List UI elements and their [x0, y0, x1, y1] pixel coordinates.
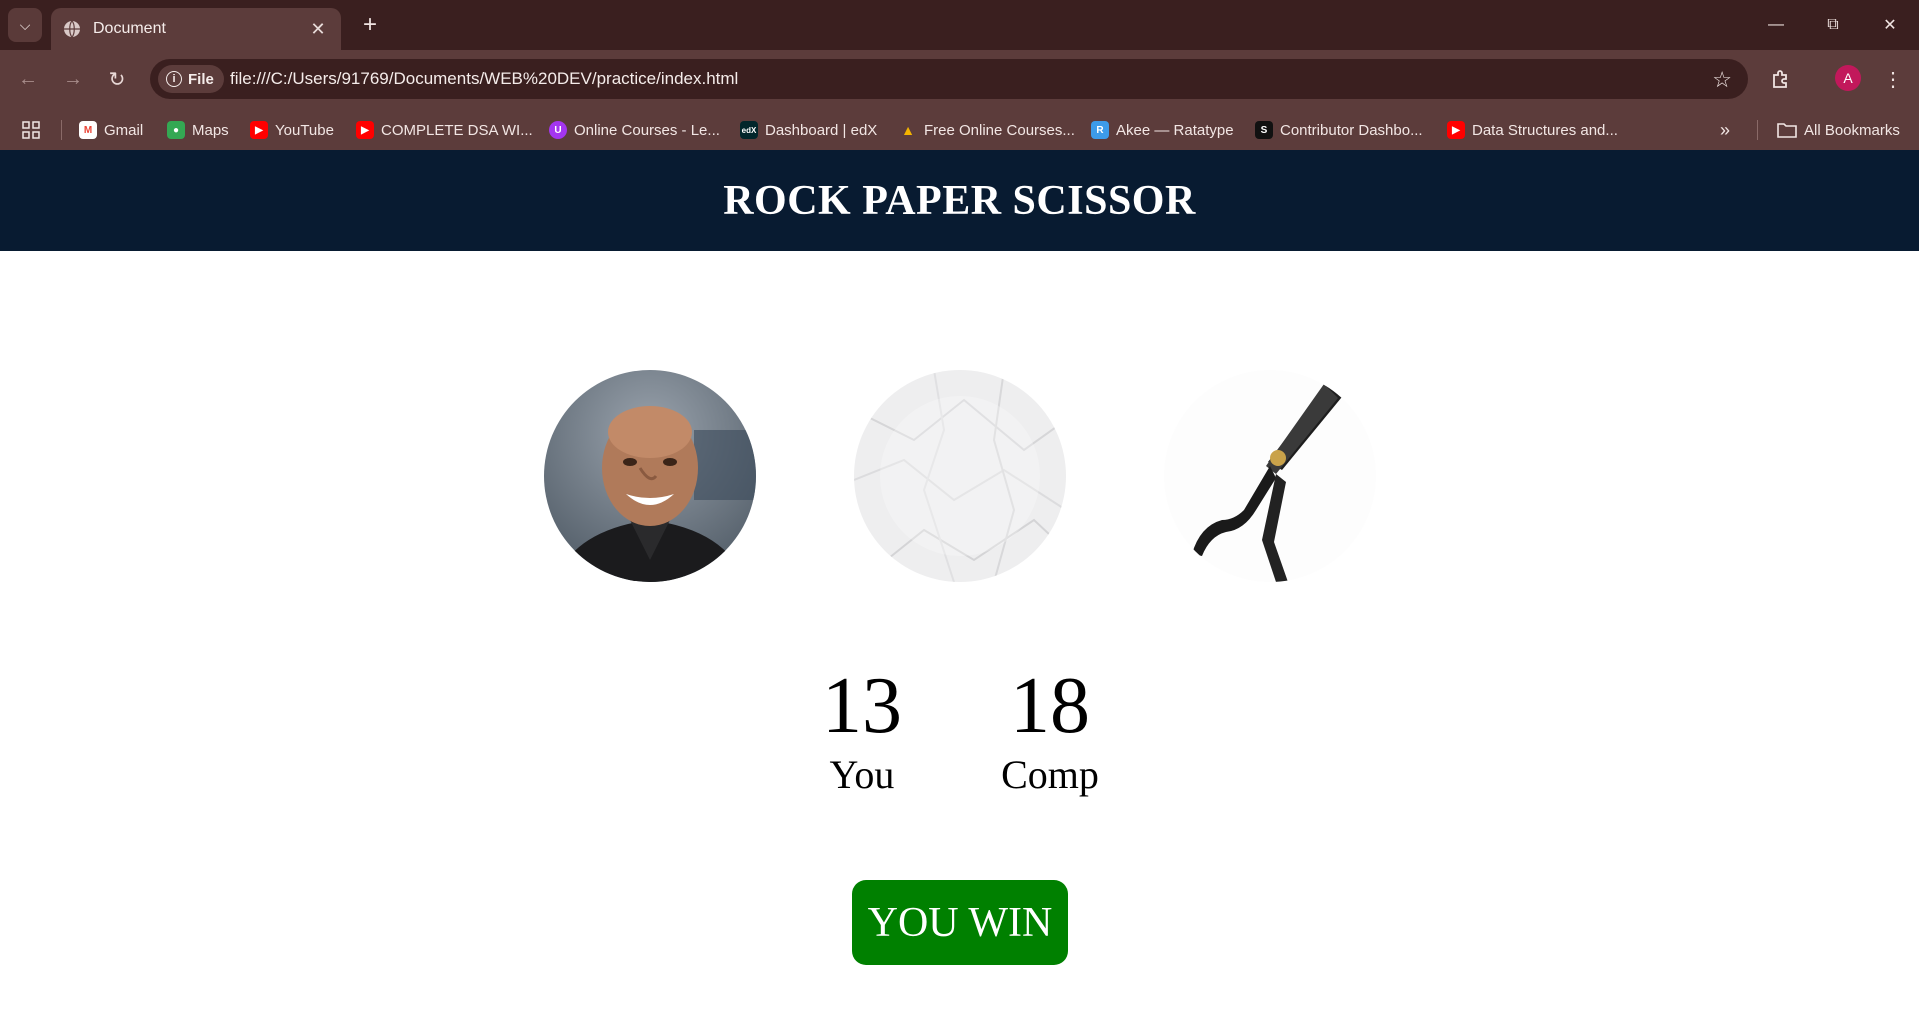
bookmark-data-structures[interactable]: ▶ Data Structures and...	[1447, 119, 1618, 141]
bookmark-maps[interactable]: ● Maps	[167, 119, 229, 141]
all-bookmarks-label: All Bookmarks	[1804, 121, 1900, 139]
rock-image	[544, 370, 756, 582]
reload-button[interactable]: ↻	[101, 63, 133, 95]
contributor-icon: S	[1255, 121, 1273, 139]
edx-icon: edX	[740, 121, 758, 139]
bookmark-contributor-dashboard[interactable]: S Contributor Dashbo...	[1255, 119, 1423, 141]
bookmark-complete-dsa[interactable]: ▶ COMPLETE DSA WI...	[356, 119, 533, 141]
ratatype-icon: R	[1091, 121, 1109, 139]
bookmark-label: Free Online Courses...	[924, 121, 1075, 139]
info-icon: i	[166, 71, 182, 87]
folder-icon	[1777, 123, 1797, 138]
comp-score-label: Comp	[1001, 752, 1099, 797]
globe-icon	[64, 20, 80, 38]
coursera-icon: ▲	[901, 122, 915, 138]
extensions-icon[interactable]	[1765, 63, 1797, 95]
udemy-icon: U	[549, 121, 567, 139]
browser-tab[interactable]: Document ✕	[51, 8, 341, 50]
user-score: 13	[822, 662, 902, 750]
youtube-icon: ▶	[250, 121, 268, 139]
menu-kebab-icon[interactable]: ⋮	[1877, 63, 1909, 95]
game-header: ROCK PAPER SCISSOR	[0, 150, 1919, 251]
rock-choice[interactable]	[544, 370, 756, 582]
site-info-chip[interactable]: i File	[158, 65, 224, 93]
all-bookmarks-folder[interactable]: All Bookmarks	[1777, 119, 1900, 141]
back-button[interactable]: ←	[12, 63, 44, 95]
paper-image	[854, 370, 1066, 582]
bookmark-star-icon[interactable]: ☆	[1712, 67, 1732, 93]
browser-toolbar: ← → ↻ i File file:///C:/Users/91769/Docu…	[0, 50, 1919, 108]
chevron-down-icon: ⌵	[19, 16, 31, 33]
browser-tab-bar: ⌵ Document ✕ + — ⧉ ✕	[0, 0, 1919, 50]
maps-icon: ●	[167, 121, 185, 139]
bookmark-label: Data Structures and...	[1472, 121, 1618, 139]
url-text[interactable]: file:///C:/Users/91769/Documents/WEB%20D…	[230, 69, 738, 89]
more-bookmarks-chevron-icon[interactable]: »	[1720, 119, 1730, 141]
bookmark-ratatype[interactable]: R Akee — Ratatype	[1091, 119, 1234, 141]
bookmark-label: Dashboard | edX	[765, 121, 878, 139]
bookmark-edx[interactable]: edX Dashboard | edX	[740, 119, 877, 141]
comp-score: 18	[1010, 662, 1090, 750]
gmail-icon: M	[79, 121, 97, 139]
bookmark-youtube[interactable]: ▶ YouTube	[250, 119, 334, 141]
tab-title: Document	[93, 20, 166, 37]
new-tab-button[interactable]: +	[355, 10, 385, 40]
youtube-icon: ▶	[356, 121, 374, 139]
user-score-label: You	[829, 752, 895, 797]
bookmark-label: Online Courses - Le...	[574, 121, 720, 139]
close-tab-icon[interactable]: ✕	[307, 19, 329, 40]
forward-button[interactable]: →	[57, 63, 89, 95]
puzzle-icon	[1773, 70, 1787, 88]
minimize-button[interactable]: —	[1748, 0, 1804, 50]
bookmark-gmail[interactable]: M Gmail	[79, 119, 143, 141]
site-chip-label: File	[188, 70, 214, 88]
bookmark-label: Akee — Ratatype	[1116, 121, 1234, 139]
profile-avatar[interactable]: A	[1835, 65, 1861, 91]
close-window-button[interactable]: ✕	[1862, 0, 1918, 50]
restore-button[interactable]: ⧉	[1805, 0, 1861, 50]
bookmark-free-online-courses[interactable]: ▲ Free Online Courses...	[899, 119, 1075, 141]
user-score-block: 13 You	[792, 660, 932, 798]
youtube-icon: ▶	[1447, 121, 1465, 139]
apps-grid-icon[interactable]	[22, 119, 40, 141]
bookmark-label: COMPLETE DSA WI...	[381, 121, 533, 139]
address-bar[interactable]: i File file:///C:/Users/91769/Documents/…	[150, 59, 1748, 99]
scissors-choice[interactable]	[1164, 370, 1376, 582]
bookmarks-bar: M Gmail ● Maps ▶ YouTube ▶ COMPLETE DSA …	[0, 108, 1919, 150]
bookmark-label: Gmail	[104, 121, 144, 139]
bookmark-label: Contributor Dashbo...	[1280, 121, 1423, 139]
bookmark-online-courses[interactable]: U Online Courses - Le...	[549, 119, 720, 141]
result-message: YOU WIN	[852, 880, 1068, 965]
comp-score-block: 18 Comp	[980, 660, 1120, 798]
scissors-image	[1164, 370, 1376, 582]
bookmark-label: YouTube	[275, 121, 334, 139]
paper-choice[interactable]	[854, 370, 1066, 582]
page-title: ROCK PAPER SCISSOR	[723, 177, 1196, 224]
tab-search-button[interactable]: ⌵	[8, 8, 42, 42]
bookmark-label: Maps	[192, 121, 229, 139]
